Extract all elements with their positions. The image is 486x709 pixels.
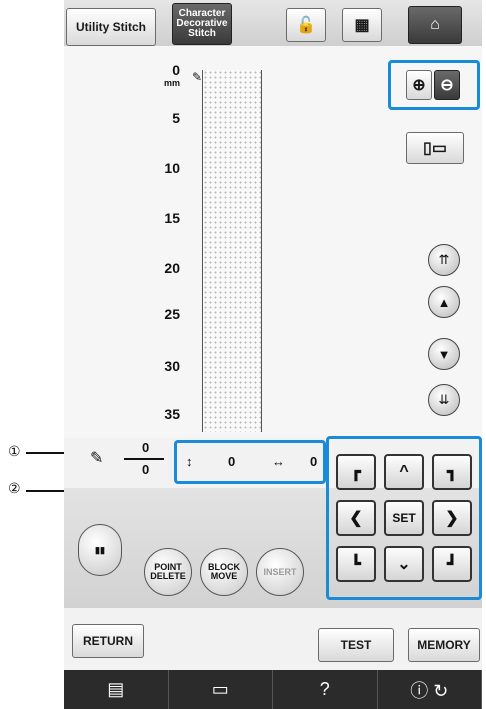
callout-2: ② xyxy=(8,480,21,496)
set-button[interactable]: SET xyxy=(384,500,424,536)
horizontal-offset-icon: ↔ xyxy=(272,454,285,469)
machine-help-tab[interactable]: ▭ xyxy=(169,670,273,709)
move-left-button[interactable]: ❮ xyxy=(336,500,376,536)
move-up-button[interactable]: ^ xyxy=(384,454,424,490)
help-label: ? xyxy=(319,679,330,699)
block-move-button[interactable]: BLOCK MOVE xyxy=(200,548,248,596)
ruler-tick: 30 xyxy=(164,358,180,374)
ruler-tick: 15 xyxy=(164,210,180,226)
scroll-bottom-button[interactable]: ⇊ xyxy=(428,384,460,416)
ruler-tick: 35 xyxy=(164,406,180,422)
status-bar: ▤ ▭ ? ⓘ ↻ xyxy=(64,670,482,709)
document-icon: ▤ xyxy=(107,679,125,699)
tab-character-decorative[interactable]: Character Decorative Stitch xyxy=(172,3,232,45)
machine-screen: Utility Stitch Character Decorative Stit… xyxy=(64,0,482,709)
horizontal-offset-value: 0 xyxy=(310,454,318,469)
pattern-view-button[interactable]: ▦ xyxy=(342,8,382,42)
return-button[interactable]: RETURN xyxy=(72,624,144,658)
stitch-type-button[interactable]: ▮▮ xyxy=(78,524,122,576)
ruler-tick: 10 xyxy=(164,160,180,176)
corner-up-right-icon: ┓ xyxy=(447,464,457,481)
zoom-out-icon: ⊖ xyxy=(440,77,454,94)
needle-marker-icon: ✎ xyxy=(192,70,203,84)
pattern-view-icon: ▦ xyxy=(354,17,370,34)
stitch-edit-area: 0 mm 5 10 15 20 25 30 35 ⊕ ⊖ ▯▭ ⇈ ▲ ▼ ⇊ xyxy=(64,46,482,438)
home-icon: ⌂ xyxy=(430,16,440,33)
top-bar: Utility Stitch Character Decorative Stit… xyxy=(64,0,482,46)
down-arrow-icon: ▼ xyxy=(437,346,451,362)
stitch-count-total: 0 xyxy=(142,462,150,477)
spool-icon: ✎ xyxy=(90,450,104,467)
sewing-machine-icon: ▭ xyxy=(211,679,229,699)
ruler-tick: 0 xyxy=(172,62,180,78)
tab-character-label: Character Decorative Stitch xyxy=(176,8,228,39)
lock-icon: 🔓 xyxy=(296,17,316,34)
info-tab[interactable]: ⓘ ↻ xyxy=(378,670,482,709)
zoom-out-button[interactable]: ⊖ xyxy=(434,70,460,100)
up-arrow-icon: ▲ xyxy=(437,294,451,310)
vertical-offset-value: 0 xyxy=(228,454,236,469)
stitch-preview-strip xyxy=(202,70,262,432)
caret-left-icon: ❮ xyxy=(349,510,363,527)
stitch-count-current: 0 xyxy=(142,440,150,455)
ruler-tick: 25 xyxy=(164,306,180,322)
memory-button[interactable]: MEMORY xyxy=(408,628,480,662)
double-up-icon: ⇈ xyxy=(438,252,450,267)
caret-up-icon: ^ xyxy=(399,463,409,480)
stitch-count-divider xyxy=(124,458,164,460)
corner-up-left-icon: ┏ xyxy=(351,464,361,481)
zoom-in-icon: ⊕ xyxy=(412,77,426,94)
info-icon: ⓘ ↻ xyxy=(410,680,449,701)
settings-tab[interactable]: ▤ xyxy=(64,670,169,709)
view-toggle-icon: ▯▭ xyxy=(423,140,447,157)
vertical-offset-icon: ↕ xyxy=(186,454,193,469)
ruler-tick: 5 xyxy=(172,110,180,126)
view-toggle-button[interactable]: ▯▭ xyxy=(406,132,464,164)
double-down-icon: ⇊ xyxy=(438,392,450,407)
move-down-left-button[interactable]: ┗ xyxy=(336,546,376,582)
offset-highlight-box xyxy=(174,440,326,484)
home-button[interactable]: ⌂ xyxy=(408,6,462,44)
move-down-right-button[interactable]: ┛ xyxy=(432,546,472,582)
insert-button[interactable]: INSERT xyxy=(256,548,304,596)
point-delete-button[interactable]: POINT DELETE xyxy=(144,548,192,596)
test-button[interactable]: TEST xyxy=(318,628,394,662)
move-up-left-button[interactable]: ┏ xyxy=(336,454,376,490)
move-up-right-button[interactable]: ┓ xyxy=(432,454,472,490)
caret-down-icon: ⌄ xyxy=(397,556,411,573)
block-move-label: BLOCK MOVE xyxy=(208,562,240,581)
zoom-in-button[interactable]: ⊕ xyxy=(406,70,432,100)
tab-utility-stitch[interactable]: Utility Stitch xyxy=(66,8,156,46)
ruler-unit: mm xyxy=(163,78,180,88)
stitch-type-icon: ▮▮ xyxy=(95,544,105,555)
scroll-down-button[interactable]: ▼ xyxy=(428,338,460,370)
lock-button[interactable]: 🔓 xyxy=(286,8,326,42)
caret-right-icon: ❯ xyxy=(445,510,459,527)
corner-down-left-icon: ┗ xyxy=(351,556,361,573)
scroll-up-button[interactable]: ▲ xyxy=(428,286,460,318)
ruler-tick: 20 xyxy=(164,260,180,276)
help-tab[interactable]: ? xyxy=(273,670,378,709)
point-delete-label: POINT DELETE xyxy=(150,562,186,581)
corner-down-right-icon: ┛ xyxy=(447,556,457,573)
scroll-top-button[interactable]: ⇈ xyxy=(428,244,460,276)
move-down-button[interactable]: ⌄ xyxy=(384,546,424,582)
move-right-button[interactable]: ❯ xyxy=(432,500,472,536)
callout-1: ① xyxy=(8,443,21,459)
